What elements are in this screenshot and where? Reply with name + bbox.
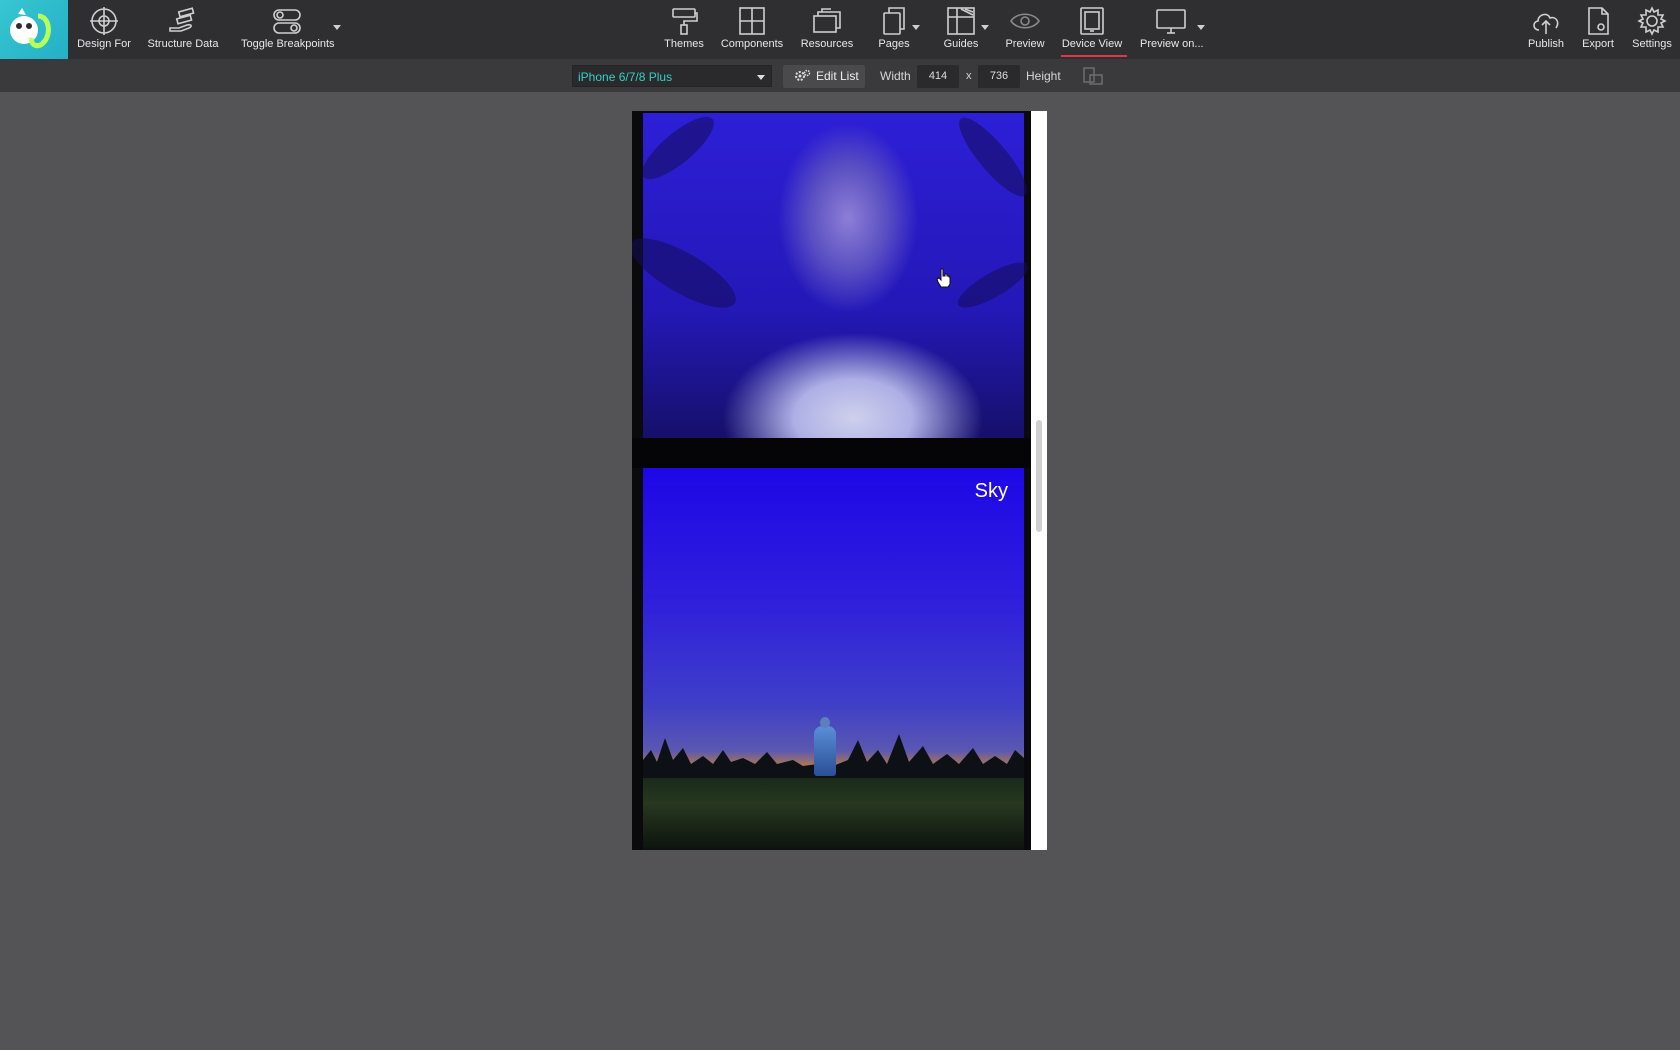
- pages-button[interactable]: Pages: [876, 6, 912, 56]
- preview-on-label: Preview on...: [1140, 38, 1204, 50]
- device-select-value: iPhone 6/7/8 Plus: [578, 70, 673, 84]
- guides-button[interactable]: Guides: [940, 6, 982, 56]
- rotate-device-icon[interactable]: [1082, 66, 1104, 86]
- person-figure: [814, 717, 836, 776]
- edit-list-label: Edit List: [816, 69, 859, 83]
- viewport-scrollbar[interactable]: [1036, 420, 1042, 532]
- foliage-shape: [952, 254, 1031, 316]
- design-for-label: Design For: [77, 38, 131, 50]
- pages-dropdown-icon[interactable]: [912, 25, 920, 30]
- device-view-label: Device View: [1061, 38, 1123, 50]
- crosshair-icon: [90, 7, 118, 35]
- hand-cursor-icon: [936, 268, 951, 288]
- device-viewport[interactable]: Sky: [632, 111, 1031, 850]
- gear-icon: [1637, 6, 1667, 36]
- guides-label: Guides: [943, 38, 979, 50]
- resources-button[interactable]: Resources: [800, 6, 854, 56]
- toggle-breakpoints-label: Toggle Breakpoints: [241, 38, 335, 50]
- preview-on-dropdown-icon[interactable]: [1197, 25, 1205, 30]
- main-toolbar: Design For Structure Data Toggle Breakpo…: [0, 0, 1680, 59]
- themes-button[interactable]: Themes: [660, 6, 708, 56]
- device-select[interactable]: iPhone 6/7/8 Plus: [572, 65, 772, 87]
- monitor-icon: [1156, 9, 1186, 34]
- guides-icon: [947, 7, 975, 35]
- structure-data-label: Structure Data: [147, 38, 219, 50]
- device-view-button[interactable]: Device View: [1060, 6, 1124, 56]
- foliage-shape: [950, 111, 1031, 205]
- active-tab-indicator: [1061, 55, 1127, 57]
- breakpoints-dropdown-icon[interactable]: [333, 25, 341, 30]
- hand-data-icon: [169, 7, 195, 32]
- preview-on-button[interactable]: Preview on...: [1140, 6, 1204, 56]
- card-title-sky: Sky: [974, 480, 1008, 502]
- gears-icon: [795, 69, 811, 81]
- device-view-icon: [1080, 7, 1104, 35]
- app-logo[interactable]: [0, 0, 68, 59]
- components-label: Components: [720, 38, 784, 50]
- breakpoints-icon: [273, 9, 301, 34]
- guides-dropdown-icon[interactable]: [981, 25, 989, 30]
- preview-button[interactable]: Preview: [1004, 6, 1046, 56]
- card-divider: [632, 438, 1031, 468]
- export-button[interactable]: Export: [1578, 6, 1618, 56]
- edit-list-button[interactable]: Edit List: [783, 65, 865, 88]
- paint-roller-icon: [672, 8, 698, 35]
- mascot-logo-icon: [10, 8, 51, 49]
- settings-label: Settings: [1632, 38, 1672, 50]
- eye-icon: [1010, 13, 1040, 29]
- export-icon: [1588, 7, 1609, 35]
- resources-label: Resources: [800, 38, 854, 50]
- preview-label: Preview: [1005, 38, 1045, 50]
- width-input[interactable]: 414: [917, 65, 959, 88]
- folders-icon: [813, 8, 841, 33]
- components-button[interactable]: Components: [720, 6, 784, 56]
- publish-button[interactable]: Publish: [1526, 6, 1566, 56]
- grass-field: [643, 778, 1024, 850]
- export-label: Export: [1582, 38, 1614, 50]
- card-image-sky[interactable]: Sky: [643, 468, 1024, 850]
- height-input[interactable]: 736: [978, 65, 1020, 88]
- pages-icon: [883, 7, 905, 35]
- foliage-shape: [632, 225, 745, 321]
- toggle-breakpoints-button[interactable]: Toggle Breakpoints: [241, 6, 335, 56]
- publish-label: Publish: [1527, 38, 1565, 50]
- themes-label: Themes: [664, 38, 704, 50]
- width-label: Width: [880, 69, 911, 83]
- components-icon: [739, 7, 765, 35]
- cloud-upload-icon: [1533, 13, 1559, 34]
- dimension-separator: x: [966, 70, 972, 82]
- card-image-woman[interactable]: [632, 111, 1031, 438]
- settings-button[interactable]: Settings: [1630, 6, 1674, 56]
- foliage-shape: [633, 111, 723, 189]
- pages-label: Pages: [878, 38, 910, 50]
- chevron-down-icon: [757, 75, 765, 80]
- structure-data-button[interactable]: Structure Data: [146, 6, 220, 56]
- design-for-button[interactable]: Design For: [76, 6, 132, 56]
- height-label: Height: [1026, 69, 1061, 83]
